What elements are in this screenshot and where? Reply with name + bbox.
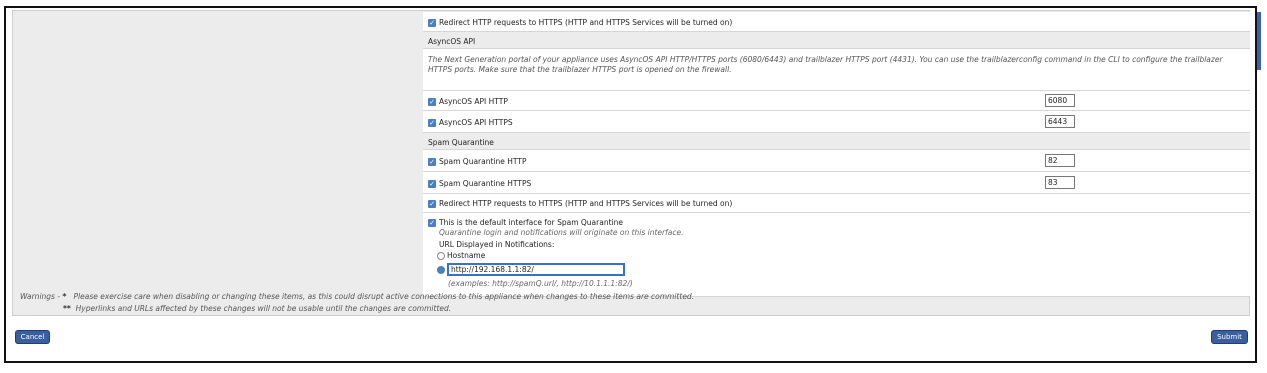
asyncos-http-checkbox[interactable]: ✓ [428, 97, 436, 106]
default-interface-row: ✓ This is the default interface for Spam… [423, 213, 1250, 297]
asyncos-https-row: ✓ AsyncOS API HTTPS 6443 [423, 111, 1250, 133]
url-examples: (examples: http://spamQ.url/, http://10.… [448, 279, 633, 288]
default-interface-checkbox[interactable]: ✓ [428, 218, 436, 227]
redirect-bottom-checkbox[interactable]: ✓ [428, 199, 436, 208]
redirect-bottom-row: ✓ Redirect HTTP requests to HTTPS (HTTP … [423, 194, 1250, 213]
scrollbar-thumb[interactable] [1257, 12, 1261, 70]
default-interface-note: Quarantine login and notifications will … [439, 228, 684, 237]
asyncos-https-checkbox[interactable]: ✓ [428, 118, 436, 127]
url-option[interactable]: http://192.168.1.1:82/ [437, 263, 625, 276]
spam-https-checkbox[interactable]: ✓ [428, 179, 436, 188]
redirect-bottom-label: Redirect HTTP requests to HTTPS (HTTP an… [439, 199, 733, 208]
hostname-option-label: Hostname [447, 251, 486, 260]
spam-http-row: ✓ Spam Quarantine HTTP 82 [423, 150, 1250, 172]
spam-https-port-input[interactable]: 83 [1045, 176, 1075, 189]
spam-https-row: ✓ Spam Quarantine HTTPS 83 [423, 172, 1250, 194]
spam-http-label: Spam Quarantine HTTP [439, 157, 527, 166]
warning-text-1: Please exercise care when disabling or c… [73, 292, 695, 301]
asyncos-section-header: AsyncOS API [423, 32, 1250, 49]
spam-section-header: Spam Quarantine [423, 133, 1250, 150]
asyncos-https-label: AsyncOS API HTTPS [439, 118, 513, 127]
spam-http-port-input[interactable]: 82 [1045, 154, 1075, 167]
spam-section-title: Spam Quarantine [428, 138, 494, 147]
warning-star-1: * [62, 292, 67, 301]
asyncos-http-row: ✓ AsyncOS API HTTP 6080 [423, 91, 1250, 111]
spam-http-checkbox[interactable]: ✓ [428, 157, 436, 166]
hostname-option[interactable]: Hostname [437, 251, 485, 260]
warnings-label: Warnings - [20, 292, 61, 301]
default-interface-label: This is the default interface for Spam Q… [439, 218, 623, 227]
warning-text-2: Hyperlinks and URLs affected by these ch… [75, 304, 452, 313]
redirect-top-row: ✓ Redirect HTTP requests to HTTPS (HTTP … [423, 12, 1250, 32]
asyncos-http-label: AsyncOS API HTTP [439, 97, 508, 106]
warnings-line-1: Warnings - * Please exercise care when d… [20, 292, 694, 301]
warning-star-2: ** [63, 304, 71, 313]
warnings-line-2: ** Hyperlinks and URLs affected by these… [63, 304, 451, 313]
cancel-button[interactable]: Cancel [16, 331, 49, 343]
hostname-radio[interactable] [437, 251, 445, 260]
url-radio[interactable] [437, 265, 445, 274]
asyncos-description: The Next Generation portal of your appli… [428, 55, 1223, 74]
asyncos-section-title: AsyncOS API [428, 37, 476, 46]
redirect-top-checkbox[interactable]: ✓ [428, 18, 436, 27]
spam-https-label: Spam Quarantine HTTPS [439, 179, 532, 188]
asyncos-description-row: The Next Generation portal of your appli… [423, 49, 1250, 91]
asyncos-http-port-input[interactable]: 6080 [1045, 94, 1075, 107]
url-input[interactable]: http://192.168.1.1:82/ [447, 263, 625, 276]
redirect-top-label: Redirect HTTP requests to HTTPS (HTTP an… [439, 18, 733, 27]
url-displayed-label: URL Displayed in Notifications: [439, 240, 555, 249]
asyncos-https-port-input[interactable]: 6443 [1045, 115, 1075, 128]
submit-button[interactable]: Submit [1212, 331, 1247, 343]
